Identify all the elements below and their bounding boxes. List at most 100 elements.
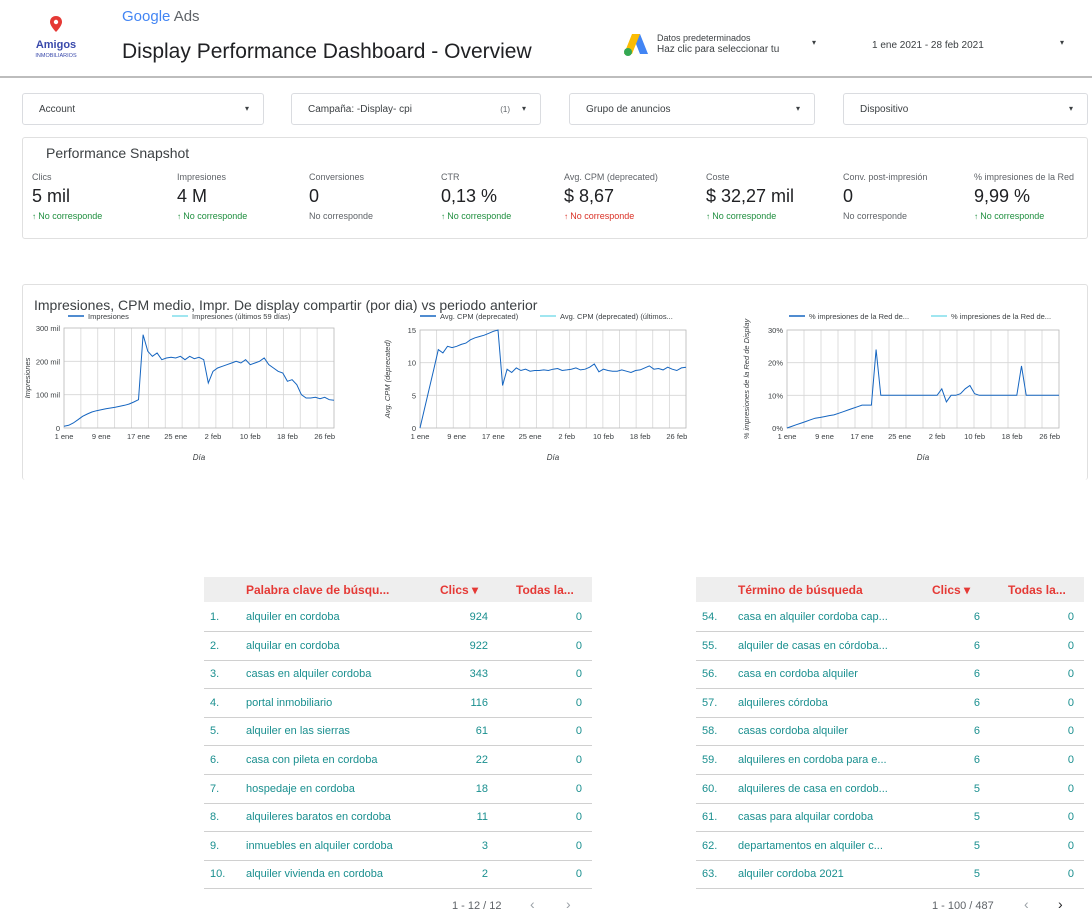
data-source-label[interactable]: Datos predeterminados [657,33,751,43]
filter-campaign-count: (1) [500,105,510,114]
filter-campaign[interactable]: Campaña: -Display- cpi (1) ▾ [291,93,541,125]
table-row[interactable]: 54. casa en alquiler cordoba cap... 6 0 [696,603,1084,632]
row-clics: 2 [481,868,488,881]
table-row[interactable]: 5. alquiler en las sierras 61 0 [204,717,592,747]
table-row[interactable]: 7. hospedaje en cordoba 18 0 [204,775,592,804]
row-term[interactable]: casas cordoba alquiler [738,725,928,737]
table-row[interactable]: 61. casas para alquilar cordoba 5 0 [696,803,1084,833]
row-index: 59. [702,754,718,766]
terms-next-page-button[interactable]: › [1058,896,1063,912]
row-term[interactable]: casas en alquiler cordoba [246,668,436,680]
table-row[interactable]: 2. alquilar en cordoba 922 0 [204,632,592,661]
x-tick-label: 9 ene [92,432,111,441]
column-header-0[interactable]: Palabra clave de búsqu... [246,583,389,597]
row-todas: 0 [575,611,582,623]
filter-device[interactable]: Dispositivo ▾ [843,93,1088,125]
row-index: 10. [210,868,226,881]
row-term[interactable]: casas para alquilar cordoba [738,811,928,823]
row-index: 60. [702,782,718,795]
filter-account[interactable]: Account ▾ [22,93,264,125]
row-index: 56. [702,668,718,681]
kpi-compare-text: No corresponde [980,211,1045,221]
row-todas: 0 [1067,839,1074,852]
row-todas: 0 [575,782,582,795]
row-term[interactable]: casa en alquiler cordoba cap... [738,611,928,623]
table-row[interactable]: 8. alquileres baratos en cordoba 11 0 [204,803,592,833]
row-term[interactable]: alquileres de casa en cordob... [738,783,928,795]
y-tick-label: 20% [768,359,783,368]
row-term[interactable]: alquileres baratos en cordoba [246,811,436,823]
table-row[interactable]: 1. alquiler en cordoba 924 0 [204,603,592,632]
row-clics: 5 [973,782,980,795]
row-clics: 5 [973,811,980,824]
row-term[interactable]: alquiler vivienda en cordoba [246,868,436,880]
table-row[interactable]: 10. alquiler vivienda en cordoba 2 0 [204,860,592,890]
row-term[interactable]: alquileres en cordoba para e... [738,754,928,766]
filter-account-label: Account [39,104,76,115]
column-header-2[interactable]: Todas la... [516,583,574,597]
kpi-value: 0,13 % [441,186,498,206]
row-term[interactable]: inmuebles en alquiler cordoba [246,840,436,852]
row-todas: 0 [575,696,582,709]
keywords-next-page-button[interactable]: › [566,896,571,912]
x-tick-label: 18 feb [1002,432,1023,441]
column-header-1[interactable]: Clics ▾ [932,583,970,597]
row-index: 8. [210,811,220,824]
kpi-name: Conv. post-impresión [843,172,928,182]
table-row[interactable]: 59. alquileres en cordoba para e... 6 0 [696,746,1084,775]
data-source-selector[interactable]: Haz clic para seleccionar tu [657,44,807,55]
filter-ad-group[interactable]: Grupo de anuncios ▾ [569,93,815,125]
row-todas: 0 [1067,868,1074,881]
table-row[interactable]: 55. alquiler de casas en córdoba... 6 0 [696,632,1084,661]
y-axis-title: % impresiones de la Red de Display [742,318,751,440]
filter-account-dropdown-icon[interactable]: ▾ [245,104,249,113]
row-term[interactable]: alquilar en cordoba [246,640,436,652]
table-row[interactable]: 4. portal inmobiliario 116 0 [204,689,592,718]
terms-prev-page-button[interactable]: ‹ [1024,896,1029,912]
table-row[interactable]: 58. casas cordoba alquiler 6 0 [696,717,1084,747]
filter-ad-group-dropdown-icon[interactable]: ▾ [796,104,800,113]
filter-campaign-dropdown-icon[interactable]: ▾ [522,104,526,113]
kpi-name: Avg. CPM (deprecated) [564,172,658,182]
row-todas: 0 [1067,811,1074,824]
row-term[interactable]: departamentos en alquiler c... [738,840,928,852]
row-term[interactable]: alquiler en cordoba [246,611,436,623]
x-tick-label: 1 ene [411,432,430,441]
filter-device-label: Dispositivo [860,104,909,115]
kpi-compare-text: No corresponde [447,211,512,221]
kpi-3: CTR 0,13 % ↑ No corresponde [441,172,581,221]
table-row[interactable]: 9. inmuebles en alquiler cordoba 3 0 [204,832,592,861]
row-todas: 0 [575,639,582,652]
table-row[interactable]: 63. alquiler cordoba 2021 5 0 [696,860,1084,890]
date-range-selector[interactable]: 1 ene 2021 - 28 feb 2021 [872,40,984,51]
x-tick-label: 17 ene [851,432,874,441]
row-term[interactable]: portal inmobiliario [246,697,436,709]
y-tick-label: 5 [412,391,416,400]
row-clics: 6 [973,754,980,766]
column-header-0[interactable]: Término de búsqueda [738,583,863,597]
column-header-2[interactable]: Todas la... [1008,583,1066,597]
date-range-dropdown-icon[interactable]: ▾ [1060,38,1064,47]
table-row[interactable]: 57. alquileres córdoba 6 0 [696,689,1084,718]
kpi-compare-text: No corresponde [183,211,248,221]
row-term[interactable]: casa con pileta en cordoba [246,754,436,766]
x-tick-label: 1 ene [778,432,797,441]
table-row[interactable]: 56. casa en cordoba alquiler 6 0 [696,660,1084,690]
table-row[interactable]: 62. departamentos en alquiler c... 5 0 [696,832,1084,861]
x-tick-label: 25 ene [519,432,542,441]
row-todas: 0 [1067,754,1074,766]
data-source-dropdown-icon[interactable]: ▾ [812,38,816,47]
row-term[interactable]: hospedaje en cordoba [246,783,436,795]
row-term[interactable]: alquiler en las sierras [246,725,436,737]
row-term[interactable]: alquiler cordoba 2021 [738,868,928,880]
table-row[interactable]: 3. casas en alquiler cordoba 343 0 [204,660,592,690]
row-term[interactable]: alquileres córdoba [738,697,928,709]
table-row[interactable]: 6. casa con pileta en cordoba 22 0 [204,746,592,775]
row-term[interactable]: alquiler de casas en córdoba... [738,640,928,652]
column-header-1[interactable]: Clics ▾ [440,583,478,597]
keywords-prev-page-button[interactable]: ‹ [530,896,535,912]
table-row[interactable]: 60. alquileres de casa en cordob... 5 0 [696,775,1084,804]
y-tick-label: 10% [768,391,783,400]
row-term[interactable]: casa en cordoba alquiler [738,668,928,680]
filter-device-dropdown-icon[interactable]: ▾ [1069,104,1073,113]
